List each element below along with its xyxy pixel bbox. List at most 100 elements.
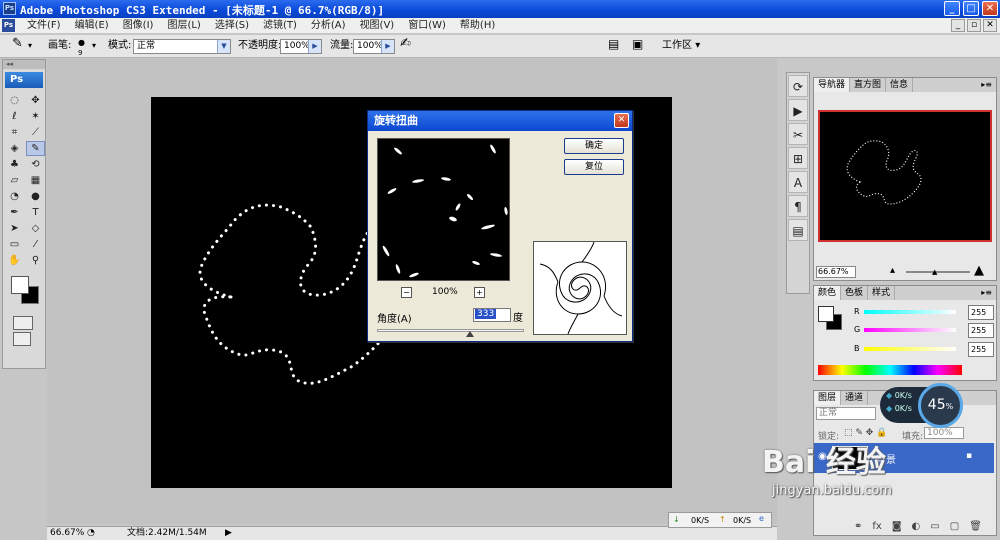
navigator-thumbnail[interactable]	[818, 110, 992, 242]
tab-swatches[interactable]: 色板	[841, 286, 869, 300]
new-group-icon[interactable]: ▭	[930, 519, 939, 535]
ps-menu-icon[interactable]: Ps	[2, 19, 15, 32]
layer-comps-panel-icon[interactable]: ⊞	[788, 147, 808, 169]
character-panel-icon[interactable]: A	[788, 171, 808, 193]
navigator-zoom-slider[interactable]	[906, 271, 970, 273]
reset-button[interactable]: 复位	[564, 159, 624, 175]
doc-restore-button[interactable]: ▫	[967, 19, 981, 32]
twirl-preview[interactable]	[377, 138, 510, 281]
channel-slider-r[interactable]	[864, 310, 956, 314]
panel-menu-icon[interactable]: ▸≡	[981, 286, 996, 300]
flow-chevron-right-icon[interactable]: ▶	[381, 40, 394, 53]
channel-slider-g[interactable]	[864, 328, 956, 332]
toolbox-logo[interactable]: Ps	[5, 72, 43, 88]
menu-select[interactable]: 选择(S)	[208, 19, 256, 33]
angle-input[interactable]: 333	[473, 308, 511, 322]
eyedropper-tool-icon[interactable]: ⁄	[26, 237, 45, 252]
lock-icons[interactable]: ⬚ ✎ ✥ 🔒	[844, 428, 887, 438]
tab-info[interactable]: 信息	[886, 78, 914, 92]
menu-analysis[interactable]: 分析(A)	[304, 19, 353, 33]
new-layer-icon[interactable]: ▢	[950, 519, 959, 535]
network-percent-ring[interactable]: 45%	[918, 383, 963, 428]
history-panel-icon[interactable]: ⟳	[788, 75, 808, 97]
channel-value-g[interactable]: 255	[968, 323, 994, 338]
close-button[interactable]: ✕	[982, 1, 998, 16]
maximize-button[interactable]: □	[963, 1, 979, 16]
fill-value[interactable]: 100%	[924, 427, 964, 439]
menu-view[interactable]: 视图(V)	[353, 19, 402, 33]
channel-value-r[interactable]: 255	[968, 305, 994, 320]
brush-tool-icon[interactable]: ✎	[12, 37, 23, 51]
doc-minimize-button[interactable]: _	[951, 19, 965, 32]
gradient-tool-icon[interactable]: ▦	[26, 173, 45, 188]
ok-button[interactable]: 确定	[564, 138, 624, 154]
notes-tool-icon[interactable]: ▭	[5, 237, 24, 252]
layer-mask-icon[interactable]: ◙	[892, 519, 902, 535]
adjustment-layer-icon[interactable]: ◐	[912, 519, 921, 535]
info-panel-icon[interactable]: ▤	[788, 219, 808, 241]
paragraph-panel-icon[interactable]: ¶	[788, 195, 808, 217]
mode-chevron-down-icon[interactable]: ▼	[217, 40, 230, 53]
channel-slider-b[interactable]	[864, 347, 956, 351]
zoom-tool-icon[interactable]: ⚲	[26, 253, 45, 268]
tab-histogram[interactable]: 直方图	[850, 78, 887, 92]
status-zoom[interactable]: 66.67%	[50, 527, 84, 540]
crop-tool-icon[interactable]: ⌗	[5, 125, 24, 140]
zoom-out-button[interactable]: −	[401, 287, 412, 298]
tab-color[interactable]: 颜色	[814, 286, 842, 300]
dodge-tool-icon[interactable]: ●	[26, 189, 45, 204]
opacity-chevron-right-icon[interactable]: ▶	[308, 40, 321, 53]
marquee-tool-icon[interactable]: ◌	[5, 93, 24, 108]
opacity-input[interactable]: 100% ▶	[280, 39, 322, 54]
blend-mode-select[interactable]: 正常	[816, 407, 876, 420]
quick-mask-button[interactable]	[13, 316, 33, 330]
navigator-zoom-value[interactable]: 66.67%	[816, 266, 856, 278]
healing-brush-tool-icon[interactable]: ◈	[5, 141, 24, 156]
tab-navigator[interactable]: 导航器	[814, 78, 851, 92]
color-fg-swatch[interactable]	[818, 306, 834, 322]
palette-well-icon[interactable]: ▤	[608, 37, 619, 51]
brush-tool-icon[interactable]: ✎	[26, 141, 45, 156]
zoom-in-mountain-icon[interactable]: ▲	[974, 263, 984, 278]
layer-style-icon[interactable]: fx	[872, 519, 881, 535]
menu-image[interactable]: 图像(I)	[116, 19, 161, 33]
lasso-tool-icon[interactable]: ℓ	[5, 109, 24, 124]
slice-tool-icon[interactable]: ⟋	[26, 125, 45, 140]
menu-filter[interactable]: 滤镜(T)	[256, 19, 304, 33]
menu-help[interactable]: 帮助(H)	[453, 19, 502, 33]
tool-presets-panel-icon[interactable]: ✂	[788, 123, 808, 145]
brush-picker-chevron-down-icon[interactable]: ▾	[92, 39, 96, 53]
toolbox-grip[interactable]: ◂◂	[3, 60, 45, 69]
color-spectrum-bar[interactable]	[818, 365, 962, 375]
panel-menu-icon[interactable]: ▸≡	[981, 78, 996, 92]
workspace-button[interactable]: 工作区 ▾	[662, 39, 700, 53]
status-menu-arrow-icon[interactable]: ▶	[225, 527, 232, 540]
path-selection-tool-icon[interactable]: ➤	[5, 221, 24, 236]
type-tool-icon[interactable]: T	[26, 205, 45, 220]
angle-slider-track[interactable]	[377, 329, 524, 332]
foreground-color-swatch[interactable]	[11, 276, 29, 294]
magic-wand-tool-icon[interactable]: ✶	[26, 109, 45, 124]
blur-tool-icon[interactable]: ◔	[5, 189, 24, 204]
tab-layers[interactable]: 图层	[814, 391, 842, 405]
pen-tool-icon[interactable]: ✒	[5, 205, 24, 220]
ie-icon[interactable]: e	[759, 514, 764, 523]
hand-tool-icon[interactable]: ✋	[5, 253, 24, 268]
tab-channels[interactable]: 通道	[841, 391, 869, 405]
channel-value-b[interactable]: 255	[968, 342, 994, 357]
menu-layer[interactable]: 图层(L)	[160, 19, 207, 33]
mode-select[interactable]: 正常 ▼	[133, 39, 231, 54]
bridge-icon[interactable]: ▣	[632, 37, 643, 51]
screen-mode-button[interactable]	[13, 332, 31, 346]
zoom-in-button[interactable]: +	[474, 287, 485, 298]
minimize-button[interactable]: _	[944, 1, 960, 16]
menu-window[interactable]: 窗口(W)	[401, 19, 453, 33]
clone-stamp-tool-icon[interactable]: ♣	[5, 157, 24, 172]
zoom-out-mountain-icon[interactable]: ▴	[890, 265, 895, 276]
angle-slider-thumb[interactable]	[465, 331, 474, 337]
eraser-tool-icon[interactable]: ▱	[5, 173, 24, 188]
shape-tool-icon[interactable]: ◇	[26, 221, 45, 236]
doc-close-button[interactable]: ✕	[983, 19, 997, 32]
actions-panel-icon[interactable]: ▶	[788, 99, 808, 121]
tab-styles[interactable]: 样式	[868, 286, 896, 300]
